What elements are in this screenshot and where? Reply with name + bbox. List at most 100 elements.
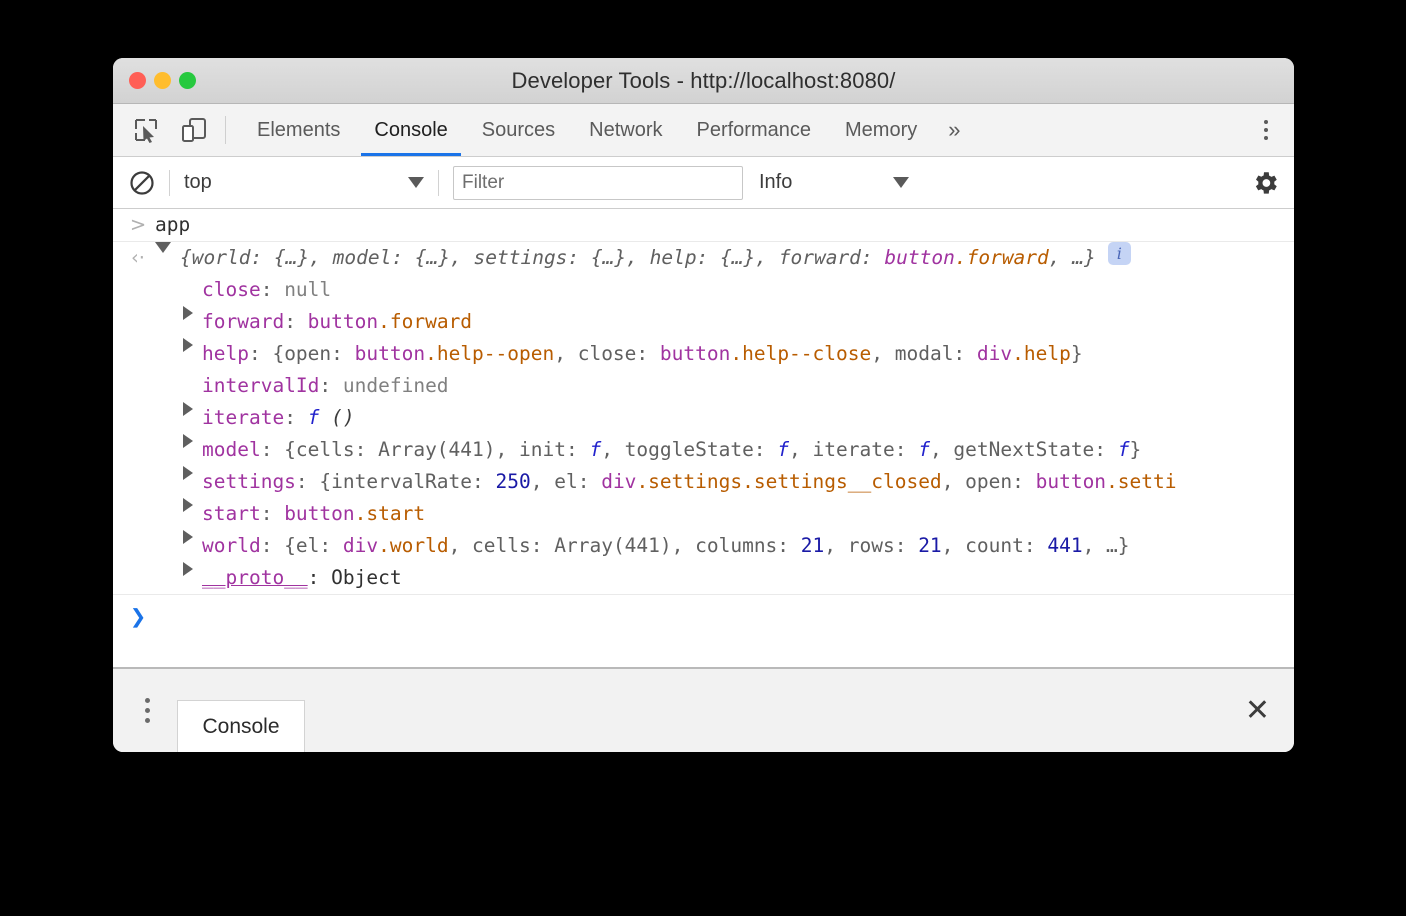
property-name: forward [202, 306, 284, 338]
token-punc: : {open: [249, 342, 355, 365]
expand-property-triangle[interactable] [183, 306, 193, 320]
info-badge-icon[interactable]: i [1108, 242, 1131, 265]
tab-network[interactable]: Network [572, 104, 679, 156]
token-plain: : Object [308, 566, 402, 589]
token-fnglyph: f [1118, 438, 1130, 461]
expand-property-triangle[interactable] [183, 562, 193, 576]
close-drawer-icon[interactable]: ✕ [1239, 692, 1276, 730]
token-punc: , open: [942, 470, 1036, 493]
token-punc: } [1071, 342, 1083, 365]
token-nodeclass: .settings.settings__closed [636, 470, 941, 493]
object-property-row[interactable]: iterate: f () [113, 402, 1294, 434]
expand-property-triangle[interactable] [183, 530, 193, 544]
more-tabs-icon[interactable]: » [934, 104, 974, 156]
object-property-row[interactable]: forward: button.forward [113, 306, 1294, 338]
token-nodename: div [601, 470, 636, 493]
tab-sources[interactable]: Sources [465, 104, 572, 156]
token-punc: , getNextState: [930, 438, 1118, 461]
execution-context-select[interactable]: top [184, 171, 424, 194]
expand-property-triangle[interactable] [183, 338, 193, 352]
token-punc: , …} [1083, 534, 1130, 557]
clear-console-icon[interactable] [129, 170, 155, 196]
token-fnpar: () [319, 406, 354, 429]
token-punc: , iterate: [789, 438, 918, 461]
tab-bar-actions [1219, 104, 1294, 156]
kebab-menu-icon[interactable] [129, 691, 165, 731]
object-property-row[interactable]: help: {open: button.help--open, close: b… [113, 338, 1294, 370]
maximize-window-button[interactable] [179, 72, 196, 89]
drawer-bar: Console ✕ [113, 667, 1294, 752]
object-property-row[interactable]: model: {cells: Array(441), init: f, togg… [113, 434, 1294, 466]
console-output[interactable]: > app ‹· {world: {…}, model: {…}, settin… [113, 209, 1294, 667]
token-nodeclass: .forward [955, 246, 1049, 269]
property-name: start [202, 498, 261, 530]
drawer-tab-console[interactable]: Console [177, 700, 305, 752]
token-punc: : {cells: Array(441), init: [261, 438, 590, 461]
title-bar: Developer Tools - http://localhost:8080/ [113, 58, 1294, 104]
traffic-lights [129, 72, 196, 89]
token-fnglyph: f [308, 406, 320, 429]
property-value: : undefined [319, 370, 448, 402]
token-fnglyph: f [918, 438, 930, 461]
log-level-select[interactable]: Info [759, 171, 909, 194]
console-prompt-row[interactable]: ❯ [113, 601, 1294, 633]
property-value: : {intervalRate: 250, el: div.settings.s… [296, 466, 1177, 498]
token-nodename: button [308, 310, 378, 333]
token-punc: : [319, 374, 342, 397]
property-value: : {el: div.world, cells: Array(441), col… [261, 530, 1130, 562]
input-prompt-icon: > [121, 209, 155, 241]
tab-console[interactable]: Console [357, 104, 464, 156]
tab-performance[interactable]: Performance [680, 104, 829, 156]
expand-property-triangle[interactable] [183, 466, 193, 480]
token-nullish: null [284, 278, 331, 301]
filter-input[interactable] [453, 166, 743, 200]
device-toolbar-icon[interactable] [177, 113, 211, 147]
close-window-button[interactable] [129, 72, 146, 89]
token-nodename: button [284, 502, 354, 525]
token-punc: } [1130, 438, 1142, 461]
kebab-menu-icon[interactable] [1248, 112, 1284, 148]
property-value: : button.start [261, 498, 425, 530]
tab-memory[interactable]: Memory [828, 104, 934, 156]
property-name: close [202, 274, 261, 306]
property-value: : f () [284, 402, 354, 434]
object-property-row[interactable]: settings: {intervalRate: 250, el: div.se… [113, 466, 1294, 498]
object-property-row[interactable]: close: null [113, 274, 1294, 306]
property-name: iterate [202, 402, 284, 434]
inspect-element-icon[interactable] [129, 113, 163, 147]
token-nodeclass: .forward [378, 310, 472, 333]
token-punc: , el: [531, 470, 601, 493]
execution-context-value: top [184, 171, 212, 194]
object-property-row[interactable]: intervalId: undefined [113, 370, 1294, 402]
expand-property-triangle[interactable] [183, 498, 193, 512]
console-input-entry: > app [113, 209, 1294, 242]
devtools-tab-bar: Elements Console Sources Network Perform… [113, 104, 1294, 157]
gear-icon[interactable] [1250, 168, 1280, 198]
expand-property-triangle[interactable] [183, 434, 193, 448]
chevron-down-icon [893, 177, 909, 188]
token-punc: : {el: [261, 534, 343, 557]
property-name: help [202, 338, 249, 370]
minimize-window-button[interactable] [154, 72, 171, 89]
object-property-row[interactable]: world: {el: div.world, cells: Array(441)… [113, 530, 1294, 562]
token-punc: : [284, 406, 307, 429]
property-name: world [202, 530, 261, 562]
property-value: : {cells: Array(441), init: f, toggleSta… [261, 434, 1142, 466]
filter-divider-2 [438, 170, 439, 196]
object-property-row[interactable]: __proto__: Object [113, 562, 1294, 594]
token-nodeclass: .start [355, 502, 425, 525]
token-nodename: div [343, 534, 378, 557]
property-value: : null [261, 274, 331, 306]
object-property-row[interactable]: start: button.start [113, 498, 1294, 530]
token-num: 441 [1047, 534, 1082, 557]
object-properties-list: close: nullforward: button.forwardhelp: … [113, 274, 1294, 594]
token-fnglyph: f [777, 438, 789, 461]
token-nodename: button [355, 342, 425, 365]
expand-object-triangle[interactable] [155, 242, 171, 253]
token-nodename: div [977, 342, 1012, 365]
console-input-text: app [155, 209, 190, 241]
tab-elements[interactable]: Elements [240, 104, 357, 156]
toolbar-divider [225, 116, 226, 144]
token-nodeclass: .help [1012, 342, 1071, 365]
expand-property-triangle[interactable] [183, 402, 193, 416]
